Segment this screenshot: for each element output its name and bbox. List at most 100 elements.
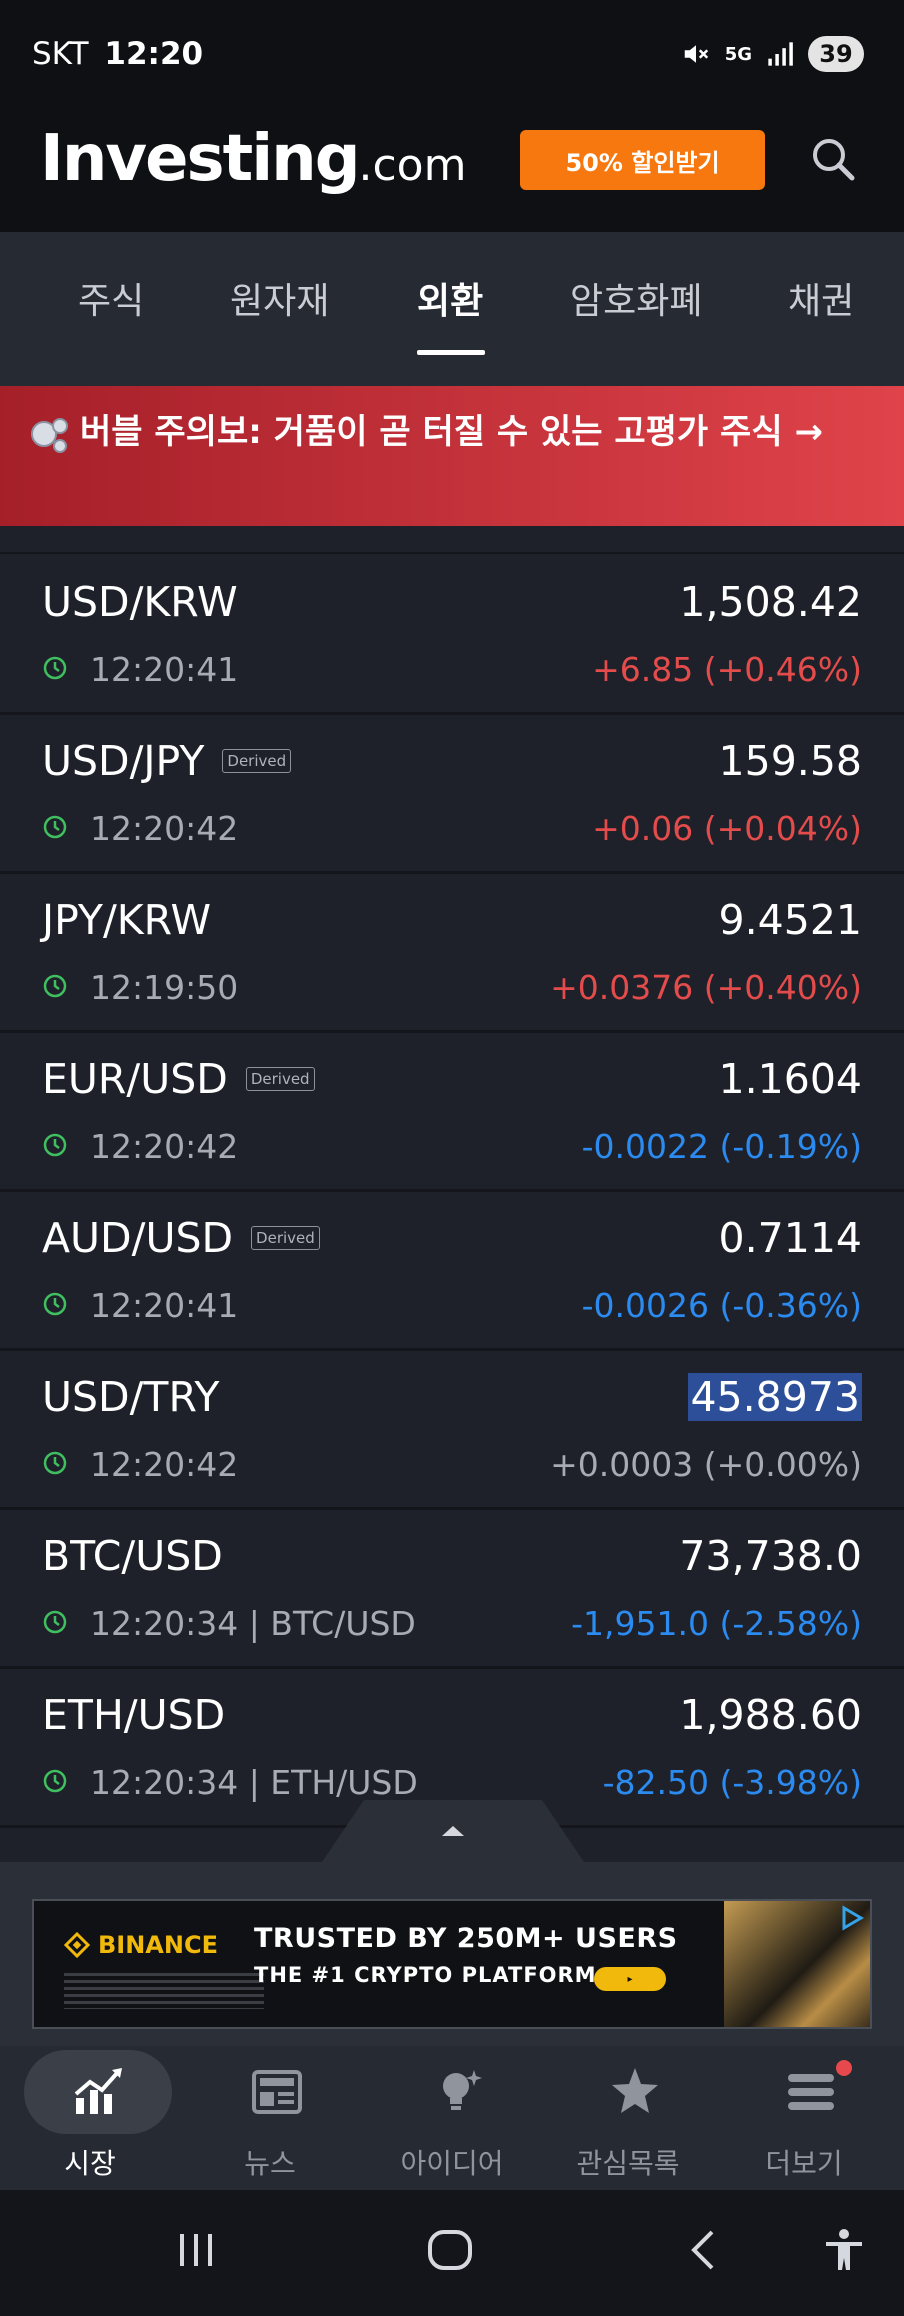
quote-change: -82.50 (-3.98%) — [602, 1763, 862, 1802]
quote-time: 12:19:50 — [90, 968, 239, 1007]
quote-row[interactable]: USD/KRW 12:20:41 1,508.42 +6.85 (+0.46%) — [0, 556, 904, 715]
quote-pair-label: USD/TRY — [42, 1373, 220, 1421]
ad-collapse-handle[interactable] — [322, 1800, 584, 1862]
quote-change: +6.85 (+0.46%) — [592, 650, 862, 689]
quote-price: 1.1604 — [718, 1055, 862, 1103]
quote-row[interactable]: JPY/KRW 12:19:50 9.4521 +0.0376 (+0.40%) — [0, 874, 904, 1033]
quote-change: +0.0376 (+0.40%) — [550, 968, 862, 1007]
derived-badge: Derived — [245, 1067, 315, 1091]
quote-pair: BTC/USD — [42, 1532, 223, 1580]
menu-icon — [788, 2074, 834, 2110]
tab-stocks[interactable]: 주식 — [78, 272, 144, 324]
quote-price: 73,738.0 — [679, 1532, 862, 1580]
quote-price: 0.7114 — [718, 1214, 862, 1262]
bottom-navigation: 시장 뉴스 아이디어 관심목록 더보기 — [0, 2046, 904, 2190]
app-header: Investing.com 50% 할인받기 — [0, 110, 904, 232]
nav-more[interactable]: 더보기 — [714, 2046, 894, 2190]
ad-subline: THE #1 CRYPTO PLATFORM — [254, 1963, 597, 1987]
quote-pair-label: EUR/USD — [42, 1055, 228, 1103]
bubbles-icon — [31, 417, 68, 453]
nav-ideas[interactable]: 아이디어 — [362, 2046, 542, 2190]
quote-time: 12:20:42 — [90, 1445, 239, 1484]
derived-badge: Derived — [222, 749, 292, 773]
discount-promo-button[interactable]: 50% 할인받기 — [520, 130, 765, 190]
network-5g-label: 5G — [724, 43, 752, 65]
bubble-alert-banner[interactable]: 버블 주의보: 거품이 곧 터질 수 있는 고평가 주식 → — [0, 386, 904, 526]
quote-price: 1,508.42 — [679, 578, 862, 626]
accessibility-icon[interactable] — [820, 2226, 868, 2274]
investing-logo[interactable]: Investing.com — [40, 122, 466, 196]
quote-pair: ETH/USD — [42, 1691, 225, 1739]
mute-icon — [684, 45, 708, 63]
quote-pair-label: JPY/KRW — [42, 896, 212, 944]
nav-watchlist-label: 관심목록 — [576, 2147, 680, 2180]
nav-markets[interactable]: 시장 — [0, 2046, 180, 2190]
clock-icon — [43, 1610, 67, 1634]
back-icon[interactable] — [680, 2226, 728, 2274]
binance-logo: BINANCE — [64, 1931, 218, 1959]
chart-icon — [74, 2068, 122, 2114]
search-icon[interactable] — [804, 130, 864, 190]
news-icon — [252, 2070, 302, 2114]
quote-time: 12:20:42 — [90, 1127, 239, 1166]
tab-crypto[interactable]: 암호화폐 — [570, 272, 702, 324]
system-navigation-bar — [0, 2190, 904, 2316]
quote-row[interactable]: USD/TRY 12:20:42 45.8973 +0.0003 (+0.00%) — [0, 1351, 904, 1510]
alert-banner-text: 버블 주의보: 거품이 곧 터질 수 있는 고평가 주식 → — [80, 412, 823, 452]
derived-badge: Derived — [251, 1226, 320, 1250]
quote-pair: AUD/USD Derived — [42, 1214, 320, 1262]
clock-time: 12:20 — [104, 36, 204, 72]
quote-row[interactable]: EUR/USD Derived 12:20:42 1.1604 -0.0022 (-0.… — [0, 1033, 904, 1192]
notification-dot — [836, 2060, 852, 2076]
tab-bonds[interactable]: 채권 — [788, 272, 854, 324]
quote-pair: USD/JPY Derived — [42, 737, 292, 785]
quote-pair-label: USD/KRW — [42, 578, 238, 626]
adchoices-icon[interactable] — [836, 1903, 866, 1933]
quote-pair-label: BTC/USD — [42, 1532, 223, 1580]
home-icon[interactable] — [426, 2226, 474, 2274]
nav-watchlist[interactable]: 관심목록 — [538, 2046, 718, 2190]
tab-forex[interactable]: 외환 — [417, 272, 483, 324]
quote-time: 12:20:41 — [90, 650, 239, 689]
quote-change: +0.0003 (+0.00%) — [550, 1445, 862, 1484]
quote-price: 9.4521 — [718, 896, 862, 944]
battery-indicator: 39 — [808, 36, 864, 72]
logo-suffix: .com — [358, 140, 467, 191]
quote-pair: USD/KRW — [42, 578, 238, 626]
nav-more-label: 더보기 — [765, 2147, 843, 2180]
binance-ad-banner[interactable]: BINANCE TRUSTED BY 250M+ USERS THE #1 CR… — [32, 1899, 872, 2029]
ad-brand: BINANCE — [98, 1931, 218, 1959]
signal-icon — [768, 42, 793, 66]
quote-row[interactable]: BTC/USD 12:20:34 | BTC/USD 73,738.0 -1,951.… — [0, 1510, 904, 1669]
status-bar: SKT 12:20 5G 39 — [0, 0, 904, 110]
carrier-label: SKT — [32, 36, 89, 72]
clock-icon — [43, 1451, 67, 1475]
clock-icon — [43, 815, 67, 839]
quote-pair-label: ETH/USD — [42, 1691, 226, 1739]
quote-row[interactable]: AUD/USD Derived 12:20:41 0.7114 -0.0026 (-0.… — [0, 1192, 904, 1351]
quote-change: -0.0022 (-0.19%) — [581, 1127, 862, 1166]
quote-pair: JPY/KRW — [42, 896, 211, 944]
chevron-up-icon — [442, 1826, 464, 1836]
quote-price: 45.8973 — [688, 1373, 862, 1421]
status-icons: 5G 39 — [681, 36, 864, 72]
quote-pair-label: USD/JPY — [42, 737, 205, 785]
nav-news-label: 뉴스 — [244, 2147, 296, 2180]
clock-icon — [43, 1133, 67, 1157]
list-divider — [0, 552, 904, 554]
tab-commodities[interactable]: 원자재 — [230, 272, 329, 324]
star-icon — [612, 2068, 658, 2113]
binance-diamond-icon — [64, 1932, 90, 1958]
quote-time: 12:20:34 | ETH/USD — [90, 1763, 418, 1802]
nav-ideas-label: 아이디어 — [400, 2147, 504, 2180]
quote-row[interactable]: USD/JPY Derived 12:20:42 159.58 +0.06 (+0.04… — [0, 715, 904, 874]
recent-apps-icon[interactable] — [172, 2226, 220, 2274]
quote-time: 12:20:34 | BTC/USD — [90, 1604, 416, 1643]
nav-news[interactable]: 뉴스 — [180, 2046, 360, 2190]
quote-change: -0.0026 (-0.36%) — [581, 1286, 862, 1325]
status-carrier-time: SKT 12:20 — [32, 36, 203, 72]
ad-area: BINANCE TRUSTED BY 250M+ USERS THE #1 CR… — [0, 1862, 904, 2046]
ad-cta-button[interactable]: ▸ — [594, 1967, 666, 1991]
quote-change: -1,951.0 (-2.58%) — [571, 1604, 862, 1643]
ad-fine-print — [64, 1973, 264, 2009]
